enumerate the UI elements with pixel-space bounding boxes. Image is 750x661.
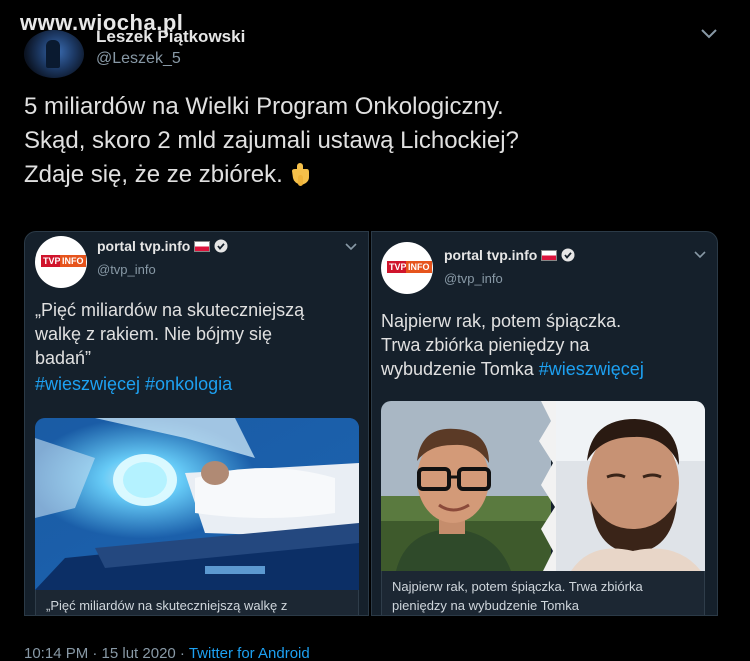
verified-badge-icon <box>561 248 575 262</box>
poland-flag-icon <box>541 250 558 261</box>
chevron-down-icon[interactable] <box>698 24 720 42</box>
card-text: Najpierw rak, potem śpiączka. Trwa zbiór… <box>381 309 716 381</box>
card-text-line: badań” <box>35 348 92 368</box>
tweet-line: 5 miliardów na Wielki Program Onkologicz… <box>24 93 504 120</box>
card-author-handle[interactable]: @tvp_info <box>97 262 156 277</box>
card-author-name[interactable]: portal tvp.info <box>444 247 575 263</box>
logo-info-text: INFO <box>60 255 86 267</box>
tvp-info-logo: TVP INFO <box>35 236 87 288</box>
tweet-source-link[interactable]: Twitter for Android <box>189 645 310 661</box>
quoted-card-right[interactable]: TVP INFO portal tvp.info @tvp_info Najpi… <box>371 231 718 616</box>
quoted-card-left[interactable]: TVP INFO portal tvp.info @tvp_info „Pięć… <box>24 231 369 616</box>
pointing-down-hand-icon <box>291 163 309 186</box>
avatar[interactable] <box>24 30 84 78</box>
poland-flag-icon <box>194 241 211 252</box>
tweet-footer: 10:14 PM · 15 lut 2020 · Twitter for And… <box>24 645 310 661</box>
hashtag-link[interactable]: #wieszwięcej <box>539 359 644 379</box>
caption-line: pieniędzy na wybudzenie Tomka <box>392 598 579 613</box>
tvp-info-logo: TVP INFO <box>381 242 433 294</box>
tweet-line: Zdaje się, że ze zbiórek. <box>24 158 724 192</box>
logo-info-text: INFO <box>406 261 432 273</box>
link-caption[interactable]: Najpierw rak, potem śpiączka. Trwa zbiór… <box>381 571 705 615</box>
card-text-line: Trwa zbiórka pieniędzy na <box>381 335 590 355</box>
hashtag-link[interactable]: #wieszwięcej #onkologia <box>35 372 365 396</box>
patient-photos-art <box>381 401 705 571</box>
link-caption[interactable]: „Pięć miliardów na skuteczniejszą walkę … <box>35 590 359 615</box>
card-text-segment: wybudzenie Tomka <box>381 359 534 379</box>
radiotherapy-image-art <box>35 418 359 590</box>
tweet-line: Skąd, skoro 2 mld zajumali ustawą Lichoc… <box>24 127 519 154</box>
patient-photos-image[interactable] <box>381 401 705 571</box>
card-author-name-text: portal tvp.info <box>97 238 191 254</box>
tweet-text: 5 miliardów na Wielki Program Onkologicz… <box>24 90 724 192</box>
avatar-figure <box>46 40 60 68</box>
card-text-line: wybudzenie Tomka #wieszwięcej <box>381 357 716 381</box>
card-text-line: Najpierw rak, potem śpiączka. <box>381 311 622 331</box>
chevron-down-icon[interactable] <box>693 250 707 260</box>
radiotherapy-image[interactable] <box>35 418 359 590</box>
card-author-name-text: portal tvp.info <box>444 247 538 263</box>
author-handle[interactable]: @Leszek_5 <box>96 50 181 68</box>
chevron-down-icon[interactable] <box>344 242 358 252</box>
tweet-line-text: Zdaje się, że ze zbiórek. <box>24 161 283 188</box>
tweet-timestamp[interactable]: 10:14 PM · 15 lut 2020 · <box>24 645 189 661</box>
caption-line: Najpierw rak, potem śpiączka. Trwa zbiór… <box>392 579 643 594</box>
watermark: www.wiocha.pl <box>20 10 184 35</box>
card-author-handle[interactable]: @tvp_info <box>444 271 503 286</box>
card-text-line: „Pięć miliardów na skuteczniejszą <box>35 300 305 320</box>
verified-badge-icon <box>214 239 228 253</box>
card-author-name[interactable]: portal tvp.info <box>97 238 228 254</box>
card-text: „Pięć miliardów na skuteczniejszą walkę … <box>35 298 365 396</box>
card-text-line: walkę z rakiem. Nie bójmy się <box>35 324 273 344</box>
